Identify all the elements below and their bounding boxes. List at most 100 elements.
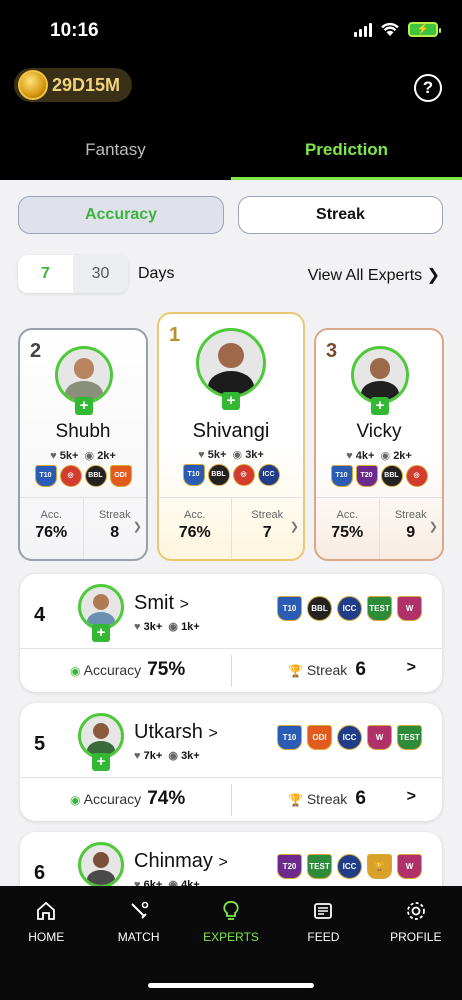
accuracy-label: Acc. xyxy=(184,509,206,521)
nav-home[interactable]: HOME xyxy=(0,886,92,1000)
cellular-signal-icon xyxy=(354,22,372,37)
expert-name: Shubh xyxy=(55,421,111,442)
follow-plus-icon[interactable]: + xyxy=(222,392,240,410)
eye-icon: ◉ xyxy=(380,450,391,462)
league-badge: TEST xyxy=(367,596,392,621)
expert-name: Smit > xyxy=(134,592,189,615)
follow-plus-icon[interactable]: + xyxy=(371,397,389,415)
eye-icon: ◉ xyxy=(232,449,243,461)
target-icon: ◉ xyxy=(70,793,81,807)
coin-balance[interactable]: 29D15M xyxy=(14,68,133,102)
tab-prediction[interactable]: Prediction xyxy=(231,120,462,180)
expert-name: Vicky xyxy=(356,421,402,442)
streak-stat: 🏆 Streak 6 xyxy=(288,788,366,810)
expert-name: Shivangi xyxy=(192,420,270,442)
chevron-right-icon: > xyxy=(218,854,228,871)
accuracy-stat: ◉ Accuracy 75% xyxy=(70,659,185,681)
rank-number: 2 xyxy=(30,340,42,362)
help-icon[interactable]: ? xyxy=(414,74,442,102)
nav-profile[interactable]: PROFILE xyxy=(370,886,462,1000)
days-selector: 7 30 xyxy=(18,255,128,293)
follow-plus-icon[interactable]: + xyxy=(75,397,93,415)
streak-label: Streak xyxy=(306,662,348,678)
feed-icon xyxy=(277,900,369,930)
view-all-experts-link[interactable]: View All Experts ❯ xyxy=(308,265,440,285)
nav-label: PROFILE xyxy=(390,930,442,944)
league-badge: BBL xyxy=(207,464,230,486)
expert-card-rank-4[interactable]: 4 + Smit > ♥ 3k+ ◉ 1k+ T10 BBL ICC TEST … xyxy=(20,574,442,692)
chevron-right-icon: ❯ xyxy=(132,521,142,533)
expert-card-rank-5[interactable]: 5 + Utkarsh > ♥ 7k+ ◉ 3k+ T10 ODI ICC W … xyxy=(20,703,442,821)
rank-number: 6 xyxy=(34,862,46,884)
league-badges: T20 TEST ICC 🏆 W xyxy=(277,854,422,879)
target-icon: ◉ xyxy=(70,664,81,678)
follow-plus-icon[interactable]: + xyxy=(92,624,110,642)
podium-stats: Acc. 76% Streak 8 ❯ xyxy=(20,497,146,559)
league-badge: W xyxy=(397,596,422,621)
league-badge: T10 xyxy=(34,465,57,487)
podium-card-rank-1[interactable]: 1 + Shivangi ♥ 5k+ ◉ 3k+ T10 BBL ◎ ICC A… xyxy=(157,312,305,561)
league-badge: T10 xyxy=(277,725,302,750)
expert-name: Utkarsh > xyxy=(134,721,218,744)
views-count: 3k+ xyxy=(181,750,200,762)
accuracy-value: 74% xyxy=(147,788,186,809)
days-option-30[interactable]: 30 xyxy=(73,255,128,293)
league-badge: W xyxy=(367,725,392,750)
league-badge: T20 xyxy=(277,854,302,879)
league-badge: TEST xyxy=(397,725,422,750)
league-badge: ◎ xyxy=(405,465,428,487)
likes-count: 3k+ xyxy=(143,621,163,633)
league-badge: T10 xyxy=(182,464,205,486)
accuracy-value: 76% xyxy=(35,524,68,541)
follow-plus-icon[interactable]: + xyxy=(92,753,110,771)
expert-stats: ♥ 7k+ ◉ 3k+ xyxy=(134,749,200,762)
league-badges: T10 BBL ICC TEST W xyxy=(277,596,422,621)
likes-count: 7k+ xyxy=(143,750,163,762)
expert-name-text: Utkarsh xyxy=(134,721,203,743)
wifi-icon xyxy=(381,22,399,36)
league-badge: BBL xyxy=(380,465,403,487)
league-badges: T10 BBL ◎ ICC xyxy=(159,464,303,486)
podium-card-rank-3[interactable]: 3 + Vicky ♥ 4k+ ◉ 2k+ T10 T20 BBL ◎ Acc.… xyxy=(314,328,444,561)
accuracy-label: Accuracy xyxy=(83,662,142,678)
battery-icon: ⚡ xyxy=(408,22,441,37)
league-badge: ICC xyxy=(337,854,362,879)
chevron-right-icon[interactable]: > xyxy=(407,788,416,806)
league-badge: TEST xyxy=(307,854,332,879)
eye-icon: ◉ xyxy=(168,621,178,633)
accuracy-label: Accuracy xyxy=(83,791,142,807)
days-option-7[interactable]: 7 xyxy=(18,255,73,293)
accuracy-value: 75% xyxy=(331,524,364,541)
accuracy-toggle[interactable]: Accuracy xyxy=(18,196,224,234)
chevron-right-icon: > xyxy=(179,596,189,613)
expert-name-text: Chinmay xyxy=(134,850,213,872)
streak-label: Streak xyxy=(306,791,348,807)
league-badges: T10 ◎ BBL ODI xyxy=(20,465,146,487)
expert-stats-footer: ◉ Accuracy 75% 🏆 Streak 6 > xyxy=(20,648,442,692)
expert-name: Chinmay > xyxy=(134,850,228,873)
likes-count: 5k+ xyxy=(59,450,79,462)
league-badges: T10 T20 BBL ◎ xyxy=(316,465,442,487)
league-badge: W xyxy=(397,854,422,879)
podium-card-rank-2[interactable]: 2 + Shubh ♥ 5k+ ◉ 2k+ T10 ◎ BBL ODI Acc.… xyxy=(18,328,148,561)
streak-value: 6 xyxy=(355,788,366,809)
expert-stats-footer: ◉ Accuracy 74% 🏆 Streak 6 > xyxy=(20,777,442,821)
heart-icon: ♥ xyxy=(134,621,141,633)
home-indicator[interactable] xyxy=(148,983,314,988)
trophy-icon: 🏆 xyxy=(288,793,303,807)
streak-toggle[interactable]: Streak xyxy=(238,196,443,234)
nav-label: FEED xyxy=(307,930,340,944)
days-label: Days xyxy=(138,265,175,282)
coin-balance-value: 29D15M xyxy=(52,74,121,95)
chevron-right-icon[interactable]: > xyxy=(407,659,416,677)
views-count: 2k+ xyxy=(393,450,412,462)
accuracy-value: 75% xyxy=(147,659,186,680)
chevron-right-icon: ❯ xyxy=(426,267,440,284)
league-badge: ICC xyxy=(257,464,280,486)
tab-fantasy[interactable]: Fantasy xyxy=(0,120,231,180)
coin-icon xyxy=(18,70,48,100)
heart-icon: ♥ xyxy=(50,450,57,462)
avatar xyxy=(351,346,409,404)
streak-stat: 🏆 Streak 6 xyxy=(288,659,366,681)
rank-number: 1 xyxy=(169,324,181,346)
